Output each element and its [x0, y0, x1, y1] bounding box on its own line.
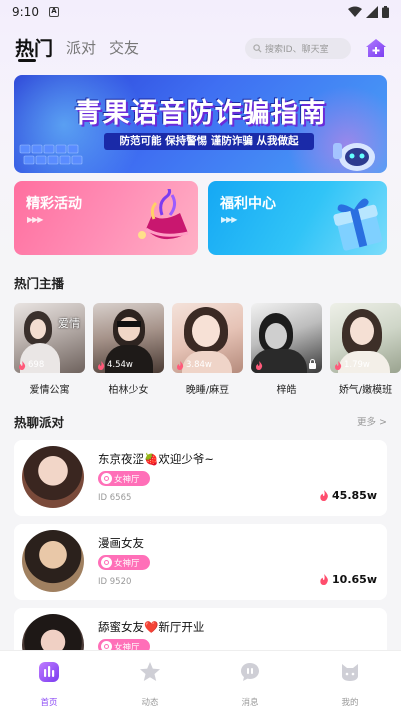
party-hat-icon [138, 189, 189, 240]
anchor-photo [251, 303, 322, 373]
search-placeholder: 搜索ID、聊天室 [265, 45, 329, 55]
flame-icon [320, 574, 328, 585]
flame-icon [320, 490, 328, 501]
status-time: 9:10 [12, 5, 39, 19]
tab-hot[interactable]: 热门 [15, 34, 53, 61]
anchor-photo: 4.54w [93, 303, 164, 373]
tab-profile-label: 我的 [341, 698, 359, 708]
anchor-hot-count: 3.84w [176, 360, 212, 370]
cat-face-icon [342, 664, 358, 681]
party-title: 漫画女友 [98, 536, 144, 550]
welfare-card-arrows: ▶▶▶ [221, 215, 238, 224]
party-heat: 45.85w [319, 489, 377, 502]
anchor-card[interactable]: 4.54w 柏林少女 [93, 303, 164, 396]
bottom-tab-bar: 首页 动态 消息 我的 [0, 650, 401, 712]
hot-parties-title: 热聊派对 [14, 415, 65, 430]
tab-moments-label: 动态 [141, 698, 159, 708]
anchor-name: 梓皓 [276, 385, 297, 396]
tab-moments[interactable]: 动态 [120, 660, 180, 708]
robot-illustration [333, 143, 375, 171]
anchor-card[interactable]: 3.84w 晚睡/麻豆 [172, 303, 243, 396]
lock-icon [309, 359, 316, 369]
anchor-name: 柏林少女 [108, 385, 149, 396]
tab-home[interactable]: 首页 [19, 660, 79, 708]
anchor-hot-count: 1.79w [334, 360, 370, 370]
party-room-card[interactable]: 东京夜涩🍓欢迎少爷~ 女神厅 ID 6565 45.85w [14, 440, 387, 516]
party-avatar [22, 446, 84, 508]
tab-messages[interactable]: 消息 [220, 660, 280, 708]
signal-icon [366, 6, 378, 18]
female-icon [101, 557, 112, 568]
events-card-arrows: ▶▶▶ [27, 215, 44, 224]
search-icon [253, 44, 262, 53]
anchor-name: 娇气/嫩模班 [338, 385, 393, 396]
anchor-card[interactable]: 爱情 698 爱情公寓 [14, 303, 85, 396]
events-card-label: 精彩活动 [26, 196, 82, 212]
more-link[interactable]: 更多 > [357, 414, 387, 428]
create-room-icon[interactable] [365, 37, 387, 59]
welfare-card-label: 福利中心 [220, 196, 276, 212]
party-title: 舔蜜女友❤️新厅开业 [98, 620, 205, 634]
home-bars-icon [39, 662, 59, 682]
party-room-card[interactable]: 漫画女友 女神厅 ID 9520 10.65w [14, 524, 387, 600]
anchor-card[interactable]: 1.79w 娇气/嫩模班 [330, 303, 401, 396]
banner-title: 青果语音防诈骗指南 [74, 98, 327, 129]
party-avatar [22, 530, 84, 592]
keyboard-illustration [19, 144, 83, 165]
tab-friends[interactable]: 交友 [109, 37, 139, 58]
chat-bubble-icon [241, 663, 259, 681]
party-heat: 10.65w [319, 573, 377, 586]
gift-box-icon [333, 198, 383, 251]
party-id: ID 6565 [98, 493, 132, 503]
anti-fraud-banner[interactable]: 青果语音防诈骗指南 防范可能 保持警惕 谨防诈骗 从我做起 [14, 75, 387, 173]
events-card[interactable]: 精彩活动 ▶▶▶ [14, 181, 198, 255]
anchor-hot-count: 4.54w [97, 360, 133, 370]
tab-home-label: 首页 [40, 698, 58, 708]
tab-messages-label: 消息 [241, 698, 259, 708]
wifi-icon [348, 6, 362, 17]
battery-icon [382, 6, 389, 18]
tab-profile[interactable]: 我的 [320, 660, 380, 708]
anchor-name: 晚睡/麻豆 [185, 385, 230, 396]
flame-icon [335, 360, 342, 370]
anchor-hot-count: 698 [18, 360, 44, 370]
anchor-card[interactable]: 梓皓 [251, 303, 322, 396]
search-input[interactable]: 搜索ID、聊天室 [245, 38, 351, 59]
flame-icon [256, 361, 263, 370]
flame-icon [19, 360, 26, 370]
anchor-name: 爱情公寓 [29, 385, 70, 396]
anchor-hot-count [255, 361, 265, 370]
banner-subtitle: 防范可能 保持警惕 谨防诈骗 从我做起 [104, 133, 314, 150]
flame-icon [177, 360, 184, 370]
female-icon [101, 473, 112, 484]
notification-icon: A [48, 7, 59, 17]
hot-anchors-title: 热门主播 [14, 276, 65, 291]
status-bar: 9:10 A [0, 0, 401, 24]
active-tab-indicator [18, 59, 36, 62]
goddess-hall-tag: 女神厅 [98, 471, 150, 486]
welfare-card[interactable]: 福利中心 ▶▶▶ [208, 181, 387, 255]
tab-party[interactable]: 派对 [66, 37, 96, 58]
anchor-photo: 1.79w [330, 303, 401, 373]
anchor-photo: 爱情 698 [14, 303, 85, 373]
anchor-photo: 3.84w [172, 303, 243, 373]
star-icon [140, 662, 160, 681]
flame-icon [98, 360, 105, 370]
party-title: 东京夜涩🍓欢迎少爷~ [98, 452, 214, 466]
hot-anchors-list: 爱情 698 爱情公寓 4.54w 柏林少女 3.84w 晚睡/麻豆 梓皓 1.… [14, 303, 401, 396]
party-id: ID 9520 [98, 577, 132, 587]
goddess-hall-tag: 女神厅 [98, 555, 150, 570]
top-nav: 热门 派对 交友 搜索ID、聊天室 [0, 34, 401, 64]
